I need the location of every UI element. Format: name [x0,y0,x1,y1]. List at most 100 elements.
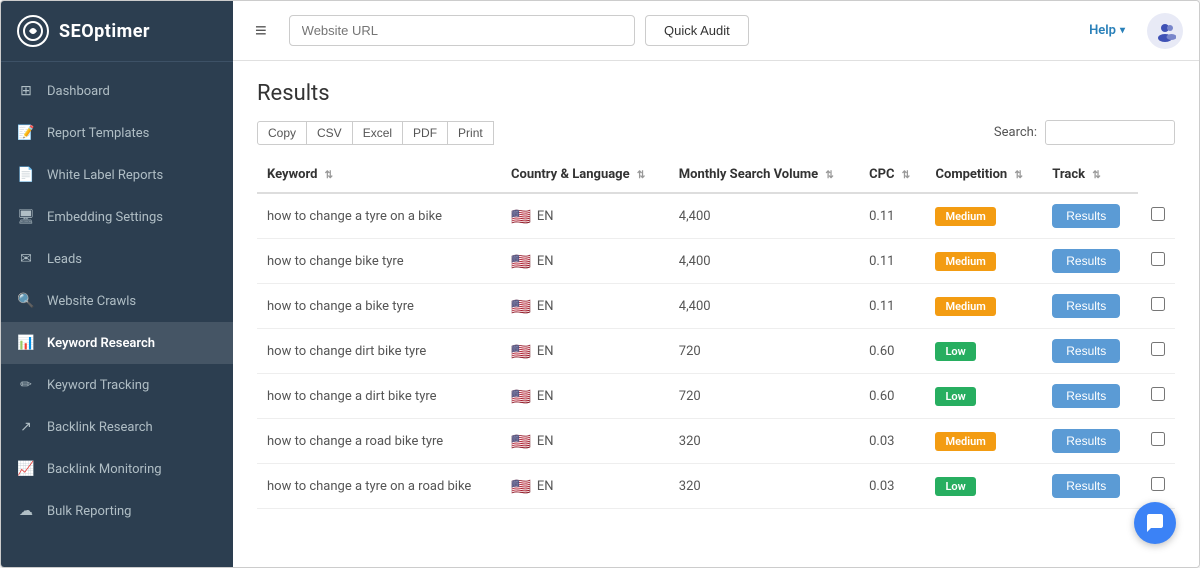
cell-country: 🇺🇸EN [501,329,669,374]
url-input[interactable] [289,15,635,46]
toolbar-excel-button[interactable]: Excel [353,121,403,145]
sidebar-logo: SEOptimer [1,1,233,62]
sidebar-item-keyword-research[interactable]: 📊Keyword Research [1,322,233,364]
help-button[interactable]: Help ▾ [1089,23,1125,38]
flag-icon: 🇺🇸 [511,342,531,361]
table-row: how to change a tyre on a bike🇺🇸EN4,4000… [257,193,1175,239]
cell-keyword: how to change a dirt bike tyre [257,374,501,419]
col-header-track: Track ⇅ [1042,157,1138,193]
cell-results: Results [1042,329,1138,374]
country-sort-icon[interactable]: ⇅ [637,170,645,181]
cell-keyword: how to change a bike tyre [257,284,501,329]
track-checkbox[interactable] [1151,477,1165,491]
track-checkbox[interactable] [1151,432,1165,446]
sidebar-item-dashboard[interactable]: ⊞Dashboard [1,70,233,112]
language-code: EN [537,389,554,404]
sidebar-item-report-templates[interactable]: 📝Report Templates [1,112,233,154]
keyword-tracking-icon: ✏ [17,376,35,394]
track-checkbox[interactable] [1151,297,1165,311]
bulk-reporting-icon: ☁ [17,502,35,520]
sidebar-item-label: White Label Reports [47,168,163,183]
sidebar-nav: ⊞Dashboard📝Report Templates📄White Label … [1,62,233,567]
results-button[interactable]: Results [1052,339,1120,363]
sidebar-item-bulk-reporting[interactable]: ☁Bulk Reporting [1,490,233,532]
cell-country: 🇺🇸EN [501,419,669,464]
results-button[interactable]: Results [1052,384,1120,408]
leads-icon: ✉ [17,250,35,268]
track-checkbox[interactable] [1151,252,1165,266]
table-row: how to change a dirt bike tyre🇺🇸EN7200.6… [257,374,1175,419]
sidebar-item-label: Keyword Research [47,336,155,351]
sidebar-item-label: Leads [47,252,82,267]
table-row: how to change dirt bike tyre🇺🇸EN7200.60L… [257,329,1175,374]
toolbar-print-button[interactable]: Print [448,121,494,145]
sidebar-item-white-label-reports[interactable]: 📄White Label Reports [1,154,233,196]
sidebar-item-label: Backlink Monitoring [47,462,162,477]
cell-results: Results [1042,419,1138,464]
competition-sort-icon[interactable]: ⇅ [1014,170,1022,181]
cell-cpc: 0.11 [859,284,925,329]
cell-competition: Medium [925,239,1042,284]
results-button[interactable]: Results [1052,294,1120,318]
language-code: EN [537,479,554,494]
competition-badge: Medium [935,432,995,451]
sidebar-item-keyword-tracking[interactable]: ✏Keyword Tracking [1,364,233,406]
sidebar-item-website-crawls[interactable]: 🔍Website Crawls [1,280,233,322]
cell-competition: Low [925,329,1042,374]
results-button[interactable]: Results [1052,474,1120,498]
cell-track [1138,193,1175,239]
cell-track [1138,374,1175,419]
backlink-research-icon: ↗ [17,418,35,436]
toolbar-csv-button[interactable]: CSV [307,121,353,145]
track-sort-icon[interactable]: ⇅ [1092,170,1100,181]
main-panel: ≡ Quick Audit Help ▾ Results CopyCSVEx [233,1,1199,567]
cell-competition: Medium [925,193,1042,239]
track-checkbox[interactable] [1151,342,1165,356]
track-checkbox[interactable] [1151,207,1165,221]
cell-track [1138,419,1175,464]
cell-volume: 720 [669,374,859,419]
cell-country: 🇺🇸EN [501,284,669,329]
sidebar-item-backlink-monitoring[interactable]: 📈Backlink Monitoring [1,448,233,490]
hamburger-icon[interactable]: ≡ [249,14,273,47]
cell-results: Results [1042,374,1138,419]
search-input[interactable] [1045,120,1175,145]
cell-results: Results [1042,239,1138,284]
logo-text: SEOptimer [59,21,150,42]
track-checkbox[interactable] [1151,387,1165,401]
language-code: EN [537,434,554,449]
content-area: Results CopyCSVExcelPDFPrintSearch: Keyw… [233,61,1199,567]
sidebar-item-label: Report Templates [47,126,149,141]
cell-track [1138,239,1175,284]
avatar[interactable] [1147,13,1183,49]
sidebar-item-leads[interactable]: ✉ Leads [1,238,233,280]
cell-keyword: how to change a tyre on a bike [257,193,501,239]
cell-country: 🇺🇸EN [501,464,669,509]
sidebar-item-embedding-settings[interactable]: 🖥Embedding Settings [1,196,233,238]
cell-keyword: how to change dirt bike tyre [257,329,501,374]
quick-audit-button[interactable]: Quick Audit [645,15,749,46]
keyword-sort-icon[interactable]: ⇅ [325,170,333,181]
sidebar-item-backlink-research[interactable]: ↗Backlink Research [1,406,233,448]
cpc-sort-icon[interactable]: ⇅ [902,170,910,181]
sidebar: SEOptimer ⊞Dashboard📝Report Templates📄Wh… [1,1,233,567]
results-button[interactable]: Results [1052,249,1120,273]
language-code: EN [537,254,554,269]
cell-cpc: 0.03 [859,464,925,509]
toolbar-copy-button[interactable]: Copy [257,121,307,145]
sidebar-item-label: Website Crawls [47,294,136,309]
cell-volume: 320 [669,464,859,509]
toolbar-pdf-button[interactable]: PDF [403,121,448,145]
flag-icon: 🇺🇸 [511,252,531,271]
results-button[interactable]: Results [1052,204,1120,228]
cell-results: Results [1042,193,1138,239]
chat-bubble-button[interactable] [1134,502,1176,544]
volume-sort-icon[interactable]: ⇅ [825,170,833,181]
results-title: Results [257,81,1175,106]
competition-badge: Medium [935,207,995,226]
topbar: ≡ Quick Audit Help ▾ [233,1,1199,61]
data-table: Keyword ⇅Country & Language ⇅Monthly Sea… [257,157,1175,509]
cell-cpc: 0.11 [859,239,925,284]
results-button[interactable]: Results [1052,429,1120,453]
col-header-cpc: CPC ⇅ [859,157,925,193]
